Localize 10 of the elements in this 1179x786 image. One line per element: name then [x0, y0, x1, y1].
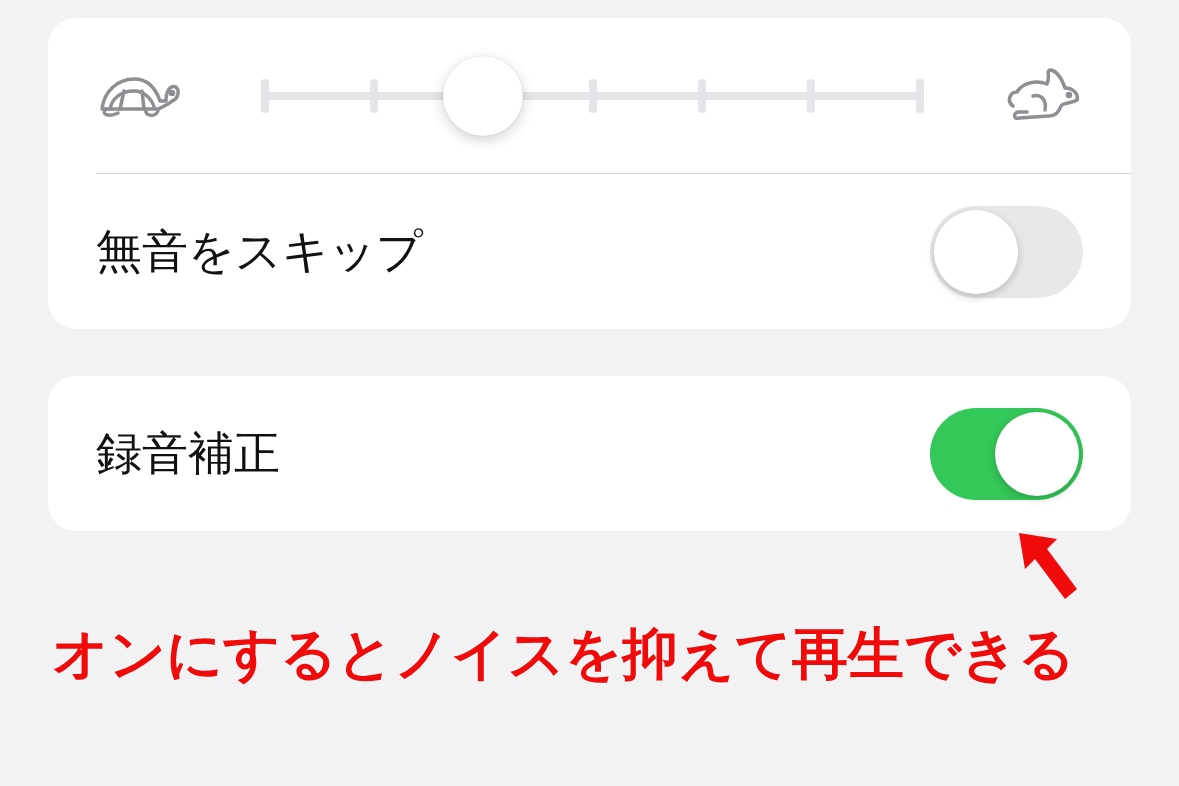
slider-tick — [370, 78, 379, 113]
slider-tick — [261, 78, 269, 113]
setting-label: 無音をスキップ — [96, 222, 423, 280]
slider-tick — [916, 78, 924, 113]
annotation-text: オンにするとノイスを抑えて再生できる — [52, 620, 1076, 688]
slider-thumb[interactable] — [443, 55, 524, 136]
slider-tick — [588, 78, 597, 113]
slider-tick — [806, 78, 815, 113]
setting-label: 録音補正 — [96, 424, 280, 482]
slider-tick — [697, 78, 706, 113]
